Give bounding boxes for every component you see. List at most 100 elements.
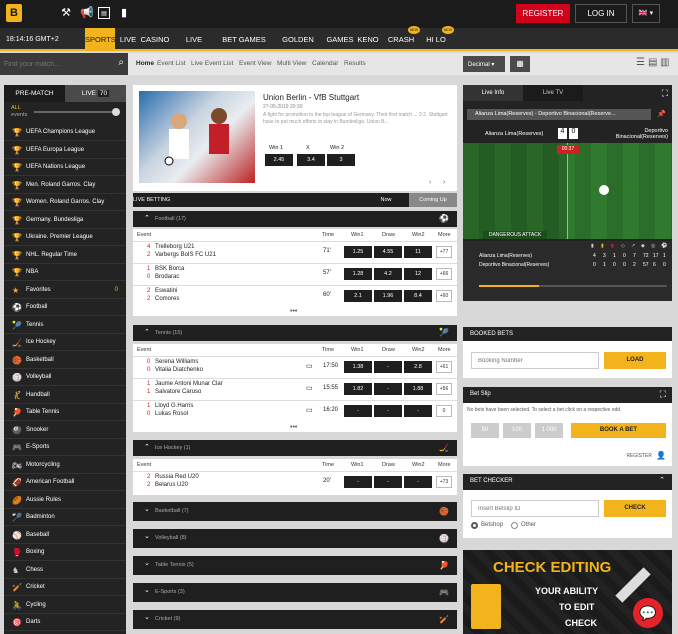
event-row[interactable]: 2 Russia Red U20 2 Belarus U20 20' - - - +73: [133, 471, 457, 492]
hammer-icon[interactable]: ⚒: [60, 7, 72, 19]
event-row[interactable]: 1 Jaume Antoni Munar Clar 1 Salvatore Carus…: [133, 378, 457, 399]
events-slider-track[interactable]: [34, 111, 116, 113]
grid-view-icon[interactable]: ▤: [648, 57, 657, 68]
odd-win2[interactable]: -: [404, 476, 432, 488]
amount-1000-button[interactable]: 1 000: [535, 423, 563, 438]
tv-icon[interactable]: ▭: [306, 406, 313, 414]
statistics-icon[interactable]: ▮: [118, 7, 130, 19]
list-view-icon[interactable]: ☰: [636, 57, 645, 68]
category-football[interactable]: ⌃ Football (17) ⚽: [133, 211, 457, 227]
odd-draw[interactable]: 4.55: [374, 246, 402, 258]
nav-casino[interactable]: CASINO: [140, 28, 170, 51]
results-icon[interactable]: ▤: [98, 7, 110, 19]
sidebar-item-uefa-champions-league[interactable]: 🏆 UEFA Champions League: [4, 124, 126, 141]
sidebar-item-basketball[interactable]: 🏀 Basketball: [4, 352, 126, 369]
search-input[interactable]: [4, 56, 110, 72]
nav-live[interactable]: LIVE: [118, 28, 138, 51]
nav-sports[interactable]: SPORTS: [85, 28, 116, 51]
site-logo[interactable]: B: [6, 4, 22, 22]
carousel-next-icon[interactable]: ›: [443, 179, 445, 186]
load-button[interactable]: LOAD: [604, 352, 666, 369]
sidebar-item-ice-hockey[interactable]: 🏒 Ice Hockey: [4, 334, 126, 351]
sidebar-item-e-sports[interactable]: 🎮 E-Sports: [4, 439, 126, 456]
megaphone-icon[interactable]: 📢: [80, 7, 94, 19]
odd-win1[interactable]: 1.38: [344, 361, 372, 373]
more-markets-button[interactable]: +73: [436, 476, 452, 488]
radio-other[interactable]: [511, 522, 518, 529]
sidebar-item-uefa-europa-league[interactable]: 🏆 UEFA Europa League: [4, 142, 126, 159]
sidebar-item-cycling[interactable]: 🚴 Cycling: [4, 597, 126, 614]
check-button[interactable]: CHECK: [604, 500, 666, 517]
sidebar-item-germany-bundesliga[interactable]: 🏆 Germany. Bundesliga: [4, 212, 126, 229]
bet-slip-register-link[interactable]: REGISTER: [626, 453, 652, 459]
category-ice-hockey[interactable]: ⌃ Ice Hockey (1) 🏒: [133, 440, 457, 456]
subnav-event-list[interactable]: Event List: [157, 60, 186, 67]
check-editing-banner[interactable]: CHECK EDITING YOUR ABILITY TO EDIT CHECK…: [463, 550, 672, 634]
odd-win2[interactable]: 1.88: [404, 383, 432, 395]
sidebar-item-volleyball[interactable]: 🏐 Volleyball: [4, 369, 126, 386]
subnav-home[interactable]: Home: [136, 60, 154, 67]
event-row[interactable]: 2 Eswatini 2 Comores 60' 2.1 1.96 8.4 +60: [133, 285, 457, 306]
category-volleyball[interactable]: ⌄ Volleyball (8) 🏐: [133, 529, 457, 548]
sidebar-item-baseball[interactable]: ⚾ Baseball: [4, 527, 126, 544]
calculator-icon[interactable]: ▦: [510, 56, 530, 72]
tv-icon[interactable]: ▭: [306, 384, 313, 392]
subnav-multi-view[interactable]: Multi View: [277, 60, 307, 67]
register-button[interactable]: REGISTER: [516, 4, 570, 23]
sidebar-item-men-roland-garros-clay[interactable]: 🏆 Men. Roland Garros. Clay: [4, 177, 126, 194]
subnav-calendar[interactable]: Calendar: [312, 60, 338, 67]
sidebar-item-women-roland-garros-clay[interactable]: 🏆 Women. Roland Garros. Clay: [4, 194, 126, 211]
odds-format-select[interactable]: Decimal ▾: [463, 56, 505, 72]
tab-live-tv[interactable]: Live TV: [523, 85, 583, 101]
sidebar-item-badminton[interactable]: 🏸 Badminton: [4, 509, 126, 526]
odd-draw[interactable]: 1.96: [374, 290, 402, 302]
amount-100-button[interactable]: 100: [503, 423, 531, 438]
login-button[interactable]: LOG IN: [575, 4, 627, 23]
tab-coming-up[interactable]: Coming Up: [409, 193, 457, 207]
category-table-tennis[interactable]: ⌄ Table Tennis (5) 🏓: [133, 556, 457, 575]
subnav-event-view[interactable]: Event View: [239, 60, 271, 67]
nav-bet-games-tv[interactable]: BET GAMES TV: [218, 28, 270, 67]
featured-odd-draw[interactable]: 3.4: [297, 154, 325, 166]
betslip-id-input[interactable]: [471, 500, 599, 517]
show-more-icon[interactable]: •••: [290, 424, 297, 431]
sidebar-item-table-tennis[interactable]: 🏓 Table Tennis: [4, 404, 126, 421]
carousel-prev-icon[interactable]: ‹: [429, 179, 431, 186]
odd-win1[interactable]: 2.1: [344, 290, 372, 302]
odd-win2[interactable]: 11: [404, 246, 432, 258]
booking-number-input[interactable]: [471, 352, 599, 369]
sidebar-item-chess[interactable]: ♞ Chess: [4, 562, 126, 579]
show-more-icon[interactable]: •••: [290, 308, 297, 315]
featured-odd-win2[interactable]: 3: [327, 154, 355, 166]
pin-icon[interactable]: 📌: [657, 110, 666, 118]
book-a-bet-button[interactable]: BOOK A BET: [571, 423, 666, 438]
sidebar-item-tennis[interactable]: 🎾 Tennis: [4, 317, 126, 334]
more-markets-button[interactable]: +56: [436, 383, 452, 395]
odd-draw[interactable]: -: [374, 361, 402, 373]
odd-win1[interactable]: -: [344, 476, 372, 488]
odd-win1[interactable]: 1.28: [344, 268, 372, 280]
subnav-live-event-list[interactable]: Live Event List: [191, 60, 233, 67]
odd-win2[interactable]: 12: [404, 268, 432, 280]
featured-odd-win1[interactable]: 2.45: [265, 154, 293, 166]
event-row[interactable]: 1 BSK Borca 0 Brodarac 57' 1.28 4.2 12 +66: [133, 263, 457, 284]
user-icon[interactable]: 👤: [656, 451, 666, 460]
sidebar-item-motorcycling[interactable]: 🏍 Motorcycling: [4, 457, 126, 474]
tab-now[interactable]: Now: [363, 193, 409, 207]
sidebar-item-ukraine-premier-league[interactable]: 🏆 Ukraine. Premier League: [4, 229, 126, 246]
tab-prematch[interactable]: PRE-MATCH: [4, 85, 65, 102]
sidebar-item-nhl-regular-time[interactable]: 🏆 NHL. Regular Time: [4, 247, 126, 264]
category-e-sports[interactable]: ⌄ E-Sports (3) 🎮: [133, 583, 457, 602]
search-icon[interactable]: ⌕: [118, 57, 124, 68]
events-slider-handle[interactable]: [112, 108, 120, 116]
subnav-results[interactable]: Results: [344, 60, 366, 67]
event-row[interactable]: 0 Serena Williams 0 Vitalia Diatchenko ▭ 17:5…: [133, 356, 457, 377]
sidebar-item-football[interactable]: ⚽ Football: [4, 299, 126, 316]
sidebar-item-aussie-rules[interactable]: 🏉 Aussie Rules: [4, 492, 126, 509]
odd-win1[interactable]: 1.82: [344, 383, 372, 395]
tab-live[interactable]: LIVE 70: [65, 85, 126, 102]
featured-title[interactable]: Union Berlin - VfB Stuttgart: [263, 93, 359, 102]
more-markets-button[interactable]: +77: [436, 246, 452, 258]
category-cricket[interactable]: ⌄ Cricket (9) 🏏: [133, 610, 457, 629]
sidebar-item-uefa-nations-league[interactable]: 🏆 UEFA Nations League: [4, 159, 126, 176]
